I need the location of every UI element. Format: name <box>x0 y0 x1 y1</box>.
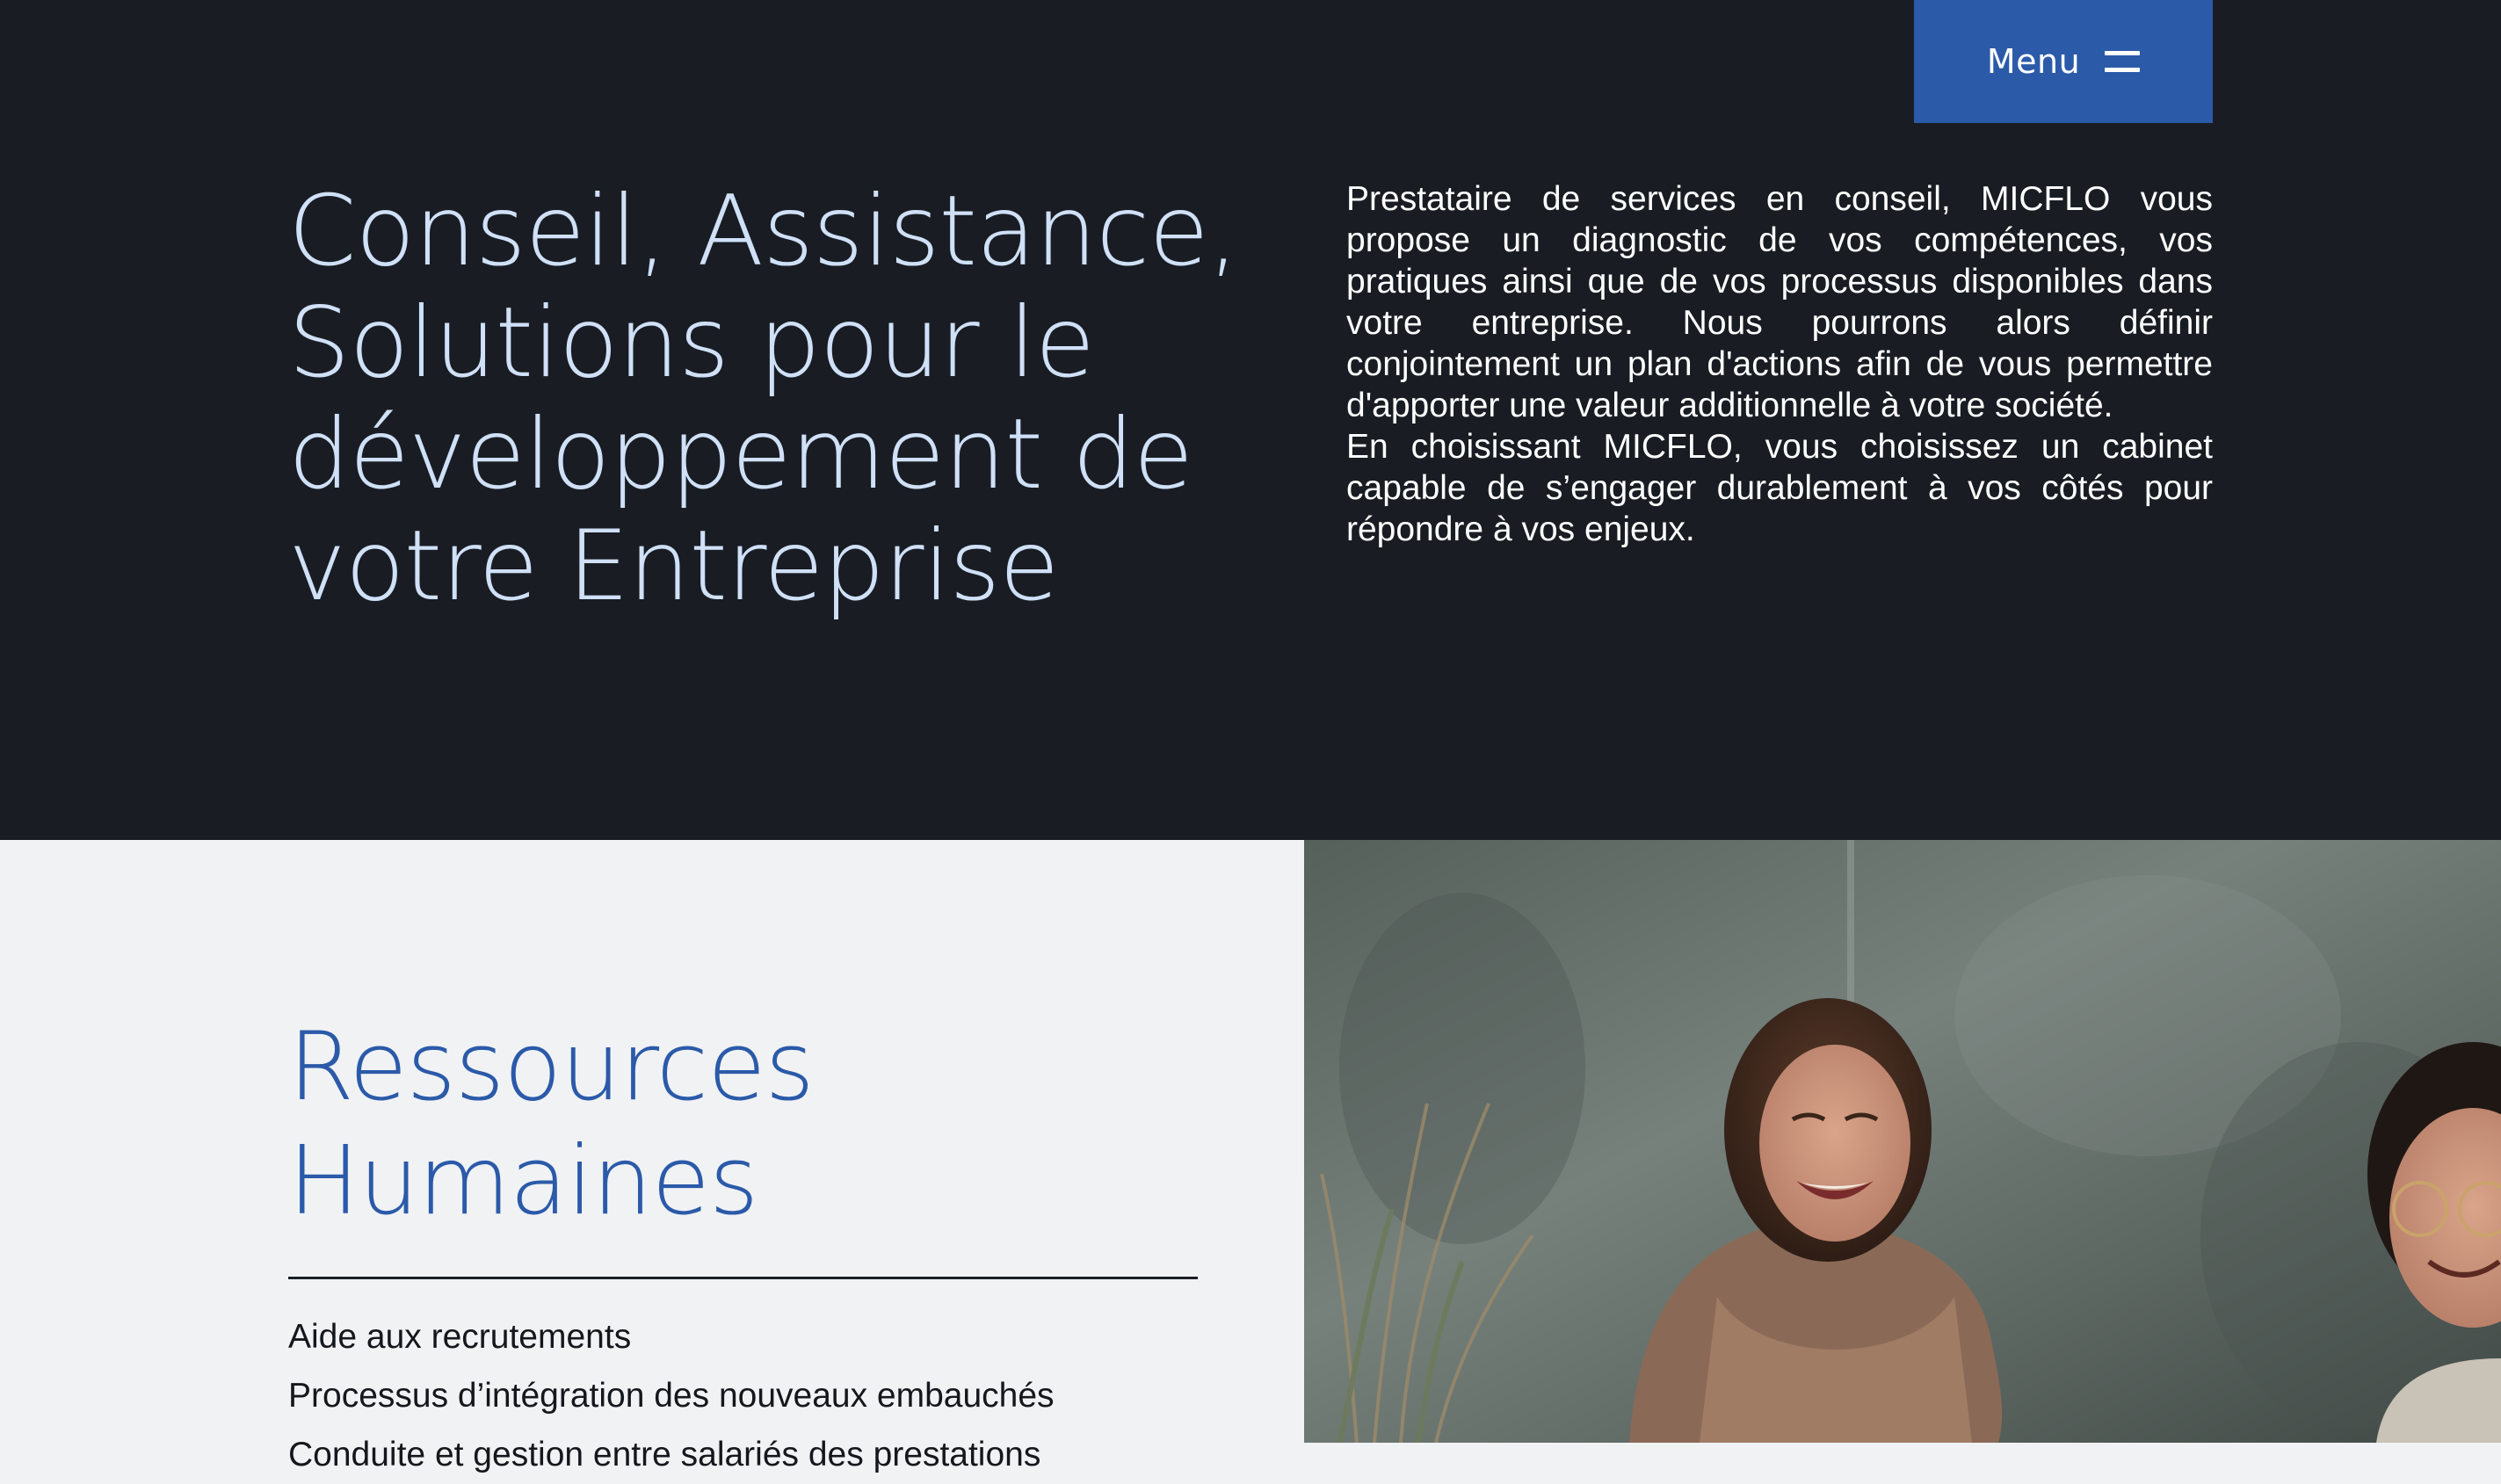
hamburger-icon <box>2105 51 2141 72</box>
team-photo <box>1304 840 2501 1443</box>
hero-description: Prestataire de services en conseil, MICF… <box>1346 178 2213 550</box>
section-divider <box>288 1277 1198 1279</box>
list-item: Processus d’intégration des nouveaux emb… <box>288 1377 1055 1415</box>
list-item: Aide aux recrutements <box>288 1318 632 1356</box>
menu-button[interactable]: Menu <box>1914 0 2213 123</box>
hero-title-line: Solutions pour le <box>288 286 1095 400</box>
list-item: Conduite et gestion entre salariés des p… <box>288 1436 1041 1473</box>
hero-title-line: développement de <box>288 398 1193 511</box>
hero-section: Menu Conseil, Assistance, Solutions pour… <box>0 0 2501 840</box>
hero-title-line: Conseil, Assistance, <box>288 175 1239 288</box>
section-title-line: Humaines <box>288 1126 758 1236</box>
hero-title: Conseil, Assistance, Solutions pour le d… <box>288 176 1255 622</box>
section-title: Ressources Humaines <box>288 1010 1079 1239</box>
hero-paragraph: En choisissant MICFLO, vous choisissez u… <box>1346 428 2213 548</box>
menu-label: Menu <box>1986 42 2081 81</box>
services-list: Aide aux recrutements Processus d’intégr… <box>288 1307 1055 1484</box>
hero-title-line: votre Entreprise <box>288 510 1059 623</box>
section-title-line: Ressources <box>288 1012 815 1122</box>
hero-paragraph: Prestataire de services en conseil, MICF… <box>1346 180 2213 424</box>
